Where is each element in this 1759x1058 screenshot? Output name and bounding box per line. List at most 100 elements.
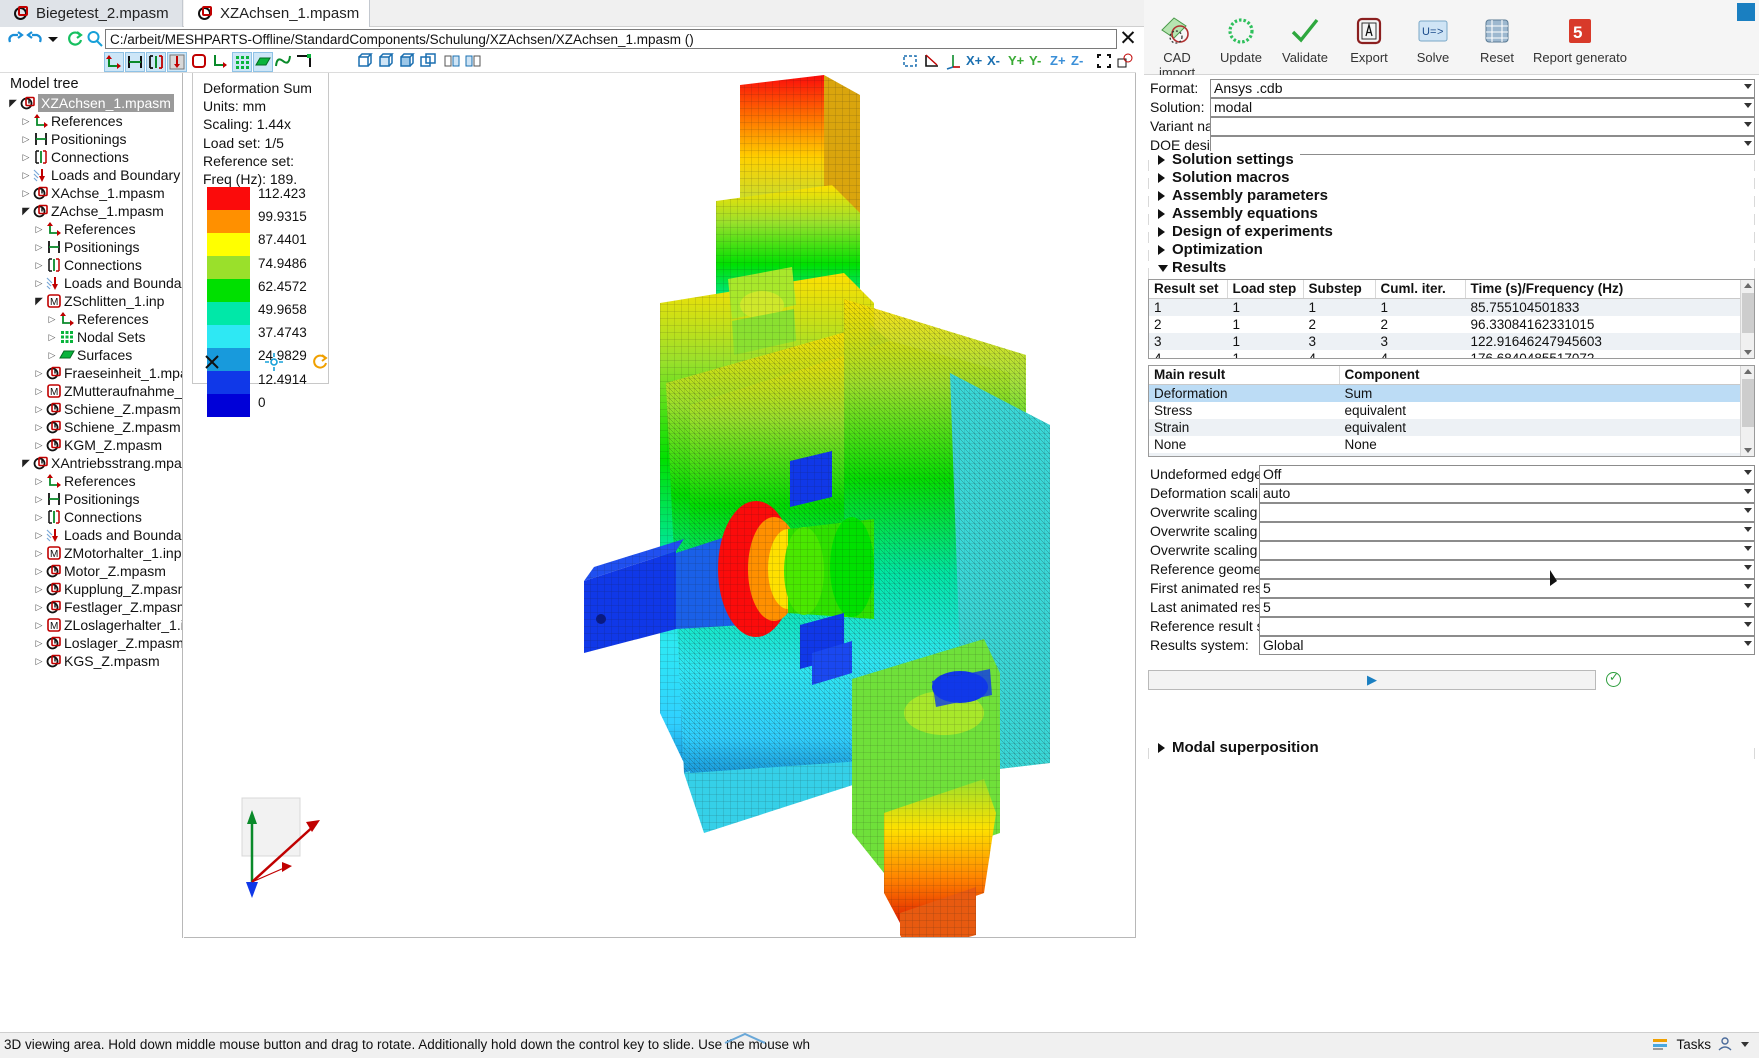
tree-item[interactable]: ▷ Nodal Sets: [0, 328, 182, 346]
ribbon-update[interactable]: Update: [1210, 14, 1272, 65]
chevron-down-icon[interactable]: ◢: [21, 202, 31, 220]
view-xplus-button[interactable]: X+: [966, 52, 986, 72]
chevron-right-icon[interactable]: ▷: [34, 508, 44, 526]
tree-item[interactable]: ◢ M ZSchlitten_1.inp: [0, 292, 182, 310]
legend-center-icon[interactable]: [265, 353, 283, 375]
chevron-right-icon[interactable]: ▷: [21, 166, 31, 184]
field-input[interactable]: [1259, 541, 1755, 560]
chevron-down-icon[interactable]: [1744, 508, 1752, 513]
tree-item[interactable]: ▷ M ZMotorhalter_1.inp: [0, 544, 182, 562]
field-input[interactable]: [1259, 522, 1755, 541]
path-input[interactable]: C:/arbeit/MESHPARTS-Offline/StandardComp…: [105, 29, 1117, 49]
tab-biegetest[interactable]: Biegetest_2.mpasm: [0, 0, 183, 27]
chevron-right-icon[interactable]: ▷: [34, 400, 44, 418]
section-header[interactable]: Solution settings: [1148, 151, 1755, 171]
tree-item[interactable]: ▷ Positionings: [0, 130, 182, 148]
ribbon-reset[interactable]: Reset: [1466, 14, 1528, 65]
chevron-right-icon[interactable]: ▷: [34, 562, 44, 580]
legend-refresh-icon[interactable]: [311, 353, 329, 375]
chevron-right-icon[interactable]: ▷: [21, 112, 31, 130]
view-shaded-icon[interactable]: [356, 52, 376, 72]
tree-item[interactable]: ▷ Kupplung_Z.mpasm: [0, 580, 182, 598]
table-row[interactable]: Strain equivalent: [1149, 418, 1742, 436]
tasks-indicator[interactable]: Tasks: [1652, 1036, 1751, 1052]
chevron-down-icon[interactable]: [1744, 141, 1752, 146]
chevron-right-icon[interactable]: ▷: [34, 526, 44, 544]
tree-item[interactable]: ▷ Loads and Boundary Condit: [0, 274, 182, 292]
ribbon-export[interactable]: Export: [1338, 14, 1400, 65]
table-column-header[interactable]: Component: [1339, 366, 1743, 385]
back-icon[interactable]: [6, 29, 24, 49]
field-input[interactable]: [1259, 617, 1755, 636]
results-table-scrollbar[interactable]: [1740, 280, 1754, 358]
chevron-right-icon[interactable]: ▷: [34, 256, 44, 274]
section-header[interactable]: Optimization: [1148, 241, 1755, 261]
loads-tool-icon[interactable]: [167, 52, 187, 72]
section-header[interactable]: Assembly equations: [1148, 205, 1755, 225]
chevron-right-icon[interactable]: ▷: [21, 184, 31, 202]
tree-item[interactable]: ▷ M ZMutteraufnahme_1.inp: [0, 382, 182, 400]
chevron-down-icon[interactable]: [1744, 527, 1752, 532]
field-input[interactable]: Global: [1259, 636, 1755, 655]
results-table-wrapper[interactable]: Result set Load step Substep Cuml. iter. Tim…: [1148, 279, 1755, 359]
table-column-header[interactable]: Substep: [1303, 280, 1376, 299]
ribbon-cad-import[interactable]: CAD import: [1146, 14, 1208, 80]
chevron-right-icon[interactable]: ▷: [34, 490, 44, 508]
tree-item[interactable]: ▷ References: [0, 472, 182, 490]
tree-item[interactable]: ▷ Loads and Boundary Condit: [0, 526, 182, 544]
history-dropdown-icon[interactable]: [46, 29, 60, 49]
view-xminus-button[interactable]: X-: [987, 52, 1007, 72]
chevron-down-icon[interactable]: [1744, 103, 1752, 108]
view-section-icon[interactable]: [419, 52, 439, 72]
chevron-right-icon[interactable]: ▷: [34, 238, 44, 256]
table-column-header[interactable]: Result set: [1149, 280, 1228, 299]
chevron-down-icon[interactable]: ◢: [8, 94, 18, 112]
main-result-table-wrapper[interactable]: Main result Component Deformation Sum Stres…: [1148, 365, 1755, 457]
section-modal-superposition[interactable]: Modal superposition: [1148, 739, 1755, 759]
tree-item[interactable]: ▷ References: [0, 220, 182, 238]
close-icon[interactable]: ✕: [1118, 28, 1138, 50]
chevron-right-icon[interactable]: ▷: [34, 274, 44, 292]
tree-item[interactable]: ▷ Connections: [0, 508, 182, 526]
chevron-right-icon[interactable]: ▷: [34, 634, 44, 652]
chevron-down-icon[interactable]: [1744, 584, 1752, 589]
chevron-down-icon[interactable]: [1744, 546, 1752, 551]
chevron-down-icon[interactable]: [1744, 122, 1752, 127]
forward-icon[interactable]: [26, 29, 44, 49]
field-input[interactable]: [1210, 117, 1755, 136]
results-table[interactable]: Result set Load step Substep Cuml. iter. Tim…: [1149, 280, 1743, 358]
table-row[interactable]: 2 1 2 2 96.33084162331015: [1149, 316, 1742, 333]
tree-item[interactable]: ▷ References: [0, 310, 182, 328]
chevron-down-icon[interactable]: [1744, 603, 1752, 608]
chevron-right-icon[interactable]: ▷: [47, 346, 57, 364]
table-column-header[interactable]: Time (s)/Frequency (Hz): [1465, 280, 1743, 299]
chevron-right-icon[interactable]: ▷: [34, 436, 44, 454]
main-result-scrollbar[interactable]: [1740, 366, 1754, 456]
tree-item[interactable]: ◢ XAntriebsstrang.mpasm: [0, 454, 182, 472]
field-input[interactable]: auto: [1259, 484, 1755, 503]
field-input[interactable]: Off: [1259, 465, 1755, 484]
search-icon[interactable]: [86, 29, 104, 49]
refresh-icon[interactable]: [66, 29, 84, 49]
scroll-down-arrow[interactable]: [1744, 350, 1752, 355]
copy-view-icon[interactable]: [1116, 52, 1136, 72]
ribbon-report-generator[interactable]: 5 Report generato: [1530, 14, 1630, 65]
scroll-up-arrow[interactable]: [1744, 283, 1752, 288]
scroll-down-arrow[interactable]: [1744, 448, 1752, 453]
chevron-right-icon[interactable]: ▷: [34, 652, 44, 670]
view-yplus-button[interactable]: Y+: [1008, 52, 1028, 72]
scroll-thumb[interactable]: [1742, 379, 1754, 427]
table-row[interactable]: Deformation Sum: [1149, 384, 1742, 402]
datum-tool-icon[interactable]: [295, 52, 315, 72]
view-hidden-icon[interactable]: [398, 52, 418, 72]
view-wireframe-icon[interactable]: [377, 52, 397, 72]
tree-item[interactable]: ▷ Loslager_Z.mpasm: [0, 634, 182, 652]
table-column-header[interactable]: Cuml. iter.: [1375, 280, 1466, 299]
section-header[interactable]: Results: [1148, 259, 1755, 279]
view-zminus-button[interactable]: Z-: [1071, 52, 1091, 72]
chevron-right-icon[interactable]: ▷: [34, 418, 44, 436]
chevron-right-icon[interactable]: ▷: [47, 310, 57, 328]
tree-item[interactable]: ▷ Festlager_Z.mpasm: [0, 598, 182, 616]
panel-expand-handle[interactable]: [720, 1031, 770, 1050]
chevron-right-icon[interactable]: ▷: [34, 544, 44, 562]
